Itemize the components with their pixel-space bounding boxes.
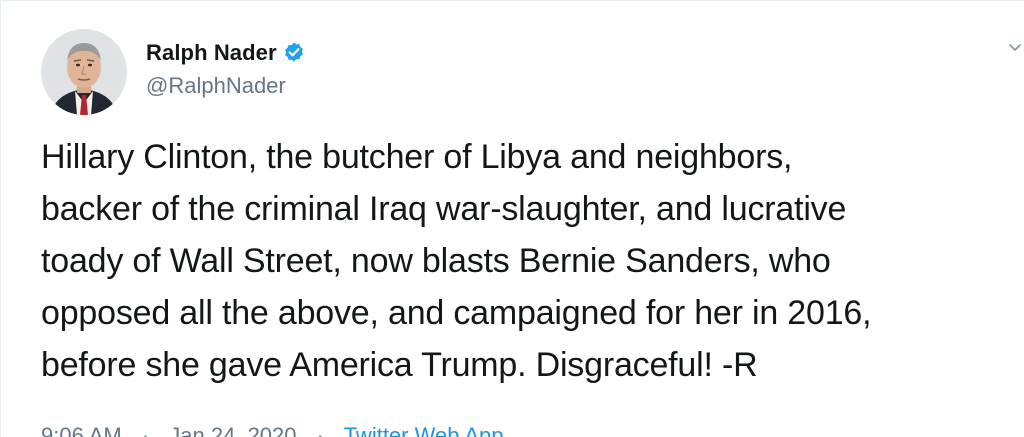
tweet-date[interactable]: Jan 24, 2020 [169, 423, 296, 437]
tweet-meta: 9:06 AM · Jan 24, 2020 · Twitter Web App [41, 423, 517, 437]
tweet-text: Hillary Clinton, the butcher of Libya an… [41, 138, 872, 384]
verified-badge-icon [282, 41, 306, 65]
tweet-time[interactable]: 9:06 AM [41, 423, 122, 437]
avatar-image [41, 29, 127, 115]
chevron-down-icon[interactable] [1006, 39, 1024, 57]
avatar[interactable] [41, 29, 127, 115]
meta-separator: · [141, 423, 150, 437]
author-block: Ralph Nader @RalphNader [146, 39, 306, 99]
display-name[interactable]: Ralph Nader [146, 40, 277, 66]
tweet-card: Ralph Nader @RalphNader Hillary Clinton,… [0, 0, 1024, 437]
display-name-row[interactable]: Ralph Nader [146, 39, 306, 67]
meta-separator: · [316, 423, 324, 437]
tweet-source[interactable]: Twitter Web App [344, 423, 504, 437]
handle[interactable]: @RalphNader [146, 73, 306, 99]
